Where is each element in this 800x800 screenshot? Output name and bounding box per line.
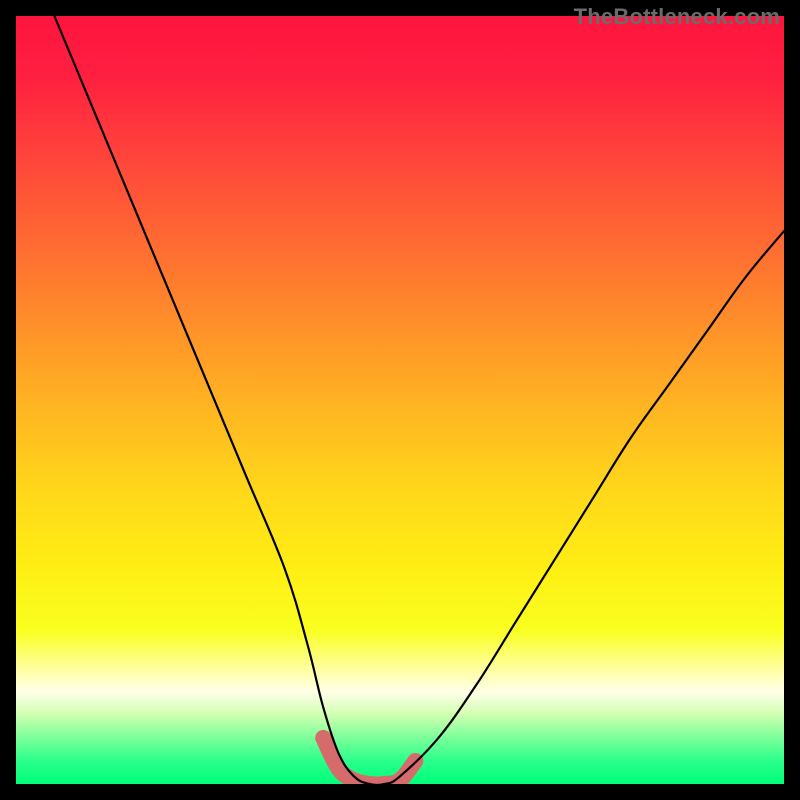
chart-frame: TheBottleneck.com [0, 0, 800, 800]
bottleneck-curve [54, 16, 784, 784]
optimal-range-highlight [323, 738, 415, 784]
curve-layer [16, 16, 784, 784]
watermark-text: TheBottleneck.com [574, 4, 780, 30]
plot-area [16, 16, 784, 784]
